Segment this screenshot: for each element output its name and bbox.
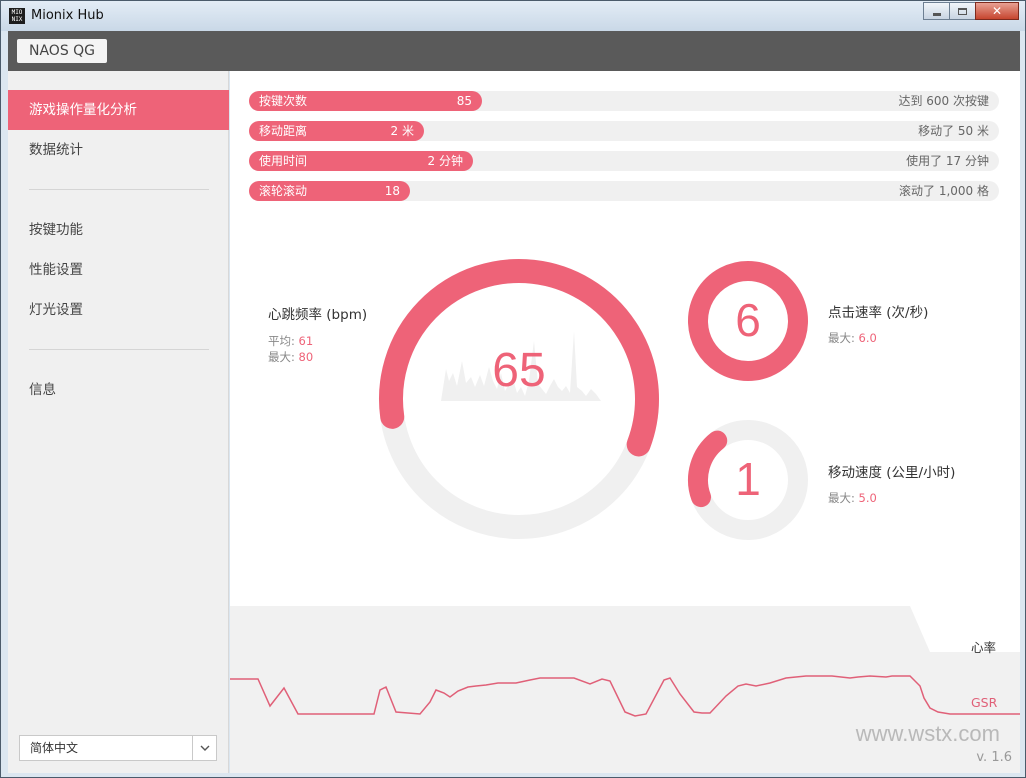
- chevron-down-icon: [192, 736, 216, 760]
- title-bar[interactable]: MIO NIX Mionix Hub ✕: [1, 1, 1025, 31]
- click-rate-max-value: 6.0: [858, 331, 877, 345]
- move-speed-max-value: 5.0: [858, 491, 877, 505]
- minimize-button[interactable]: [923, 2, 950, 20]
- heart-rate-max-value: 80: [298, 350, 314, 364]
- heart-rate-avg: 平均: 61: [268, 333, 313, 349]
- heart-rate-max-label: 最大:: [268, 350, 295, 364]
- language-select[interactable]: 简体中文: [19, 735, 217, 761]
- graph-svg: [230, 606, 1020, 773]
- maximize-button[interactable]: [949, 2, 976, 20]
- heart-rate-avg-label: 平均:: [268, 334, 295, 348]
- window-controls: ✕: [923, 2, 1019, 20]
- sidebar-item-info[interactable]: 信息: [8, 370, 229, 410]
- sidebar-divider: [29, 349, 209, 350]
- move-speed-max: 最大: 5.0: [828, 490, 877, 506]
- click-rate-max: 最大: 6.0: [828, 330, 877, 346]
- move-speed-max-label: 最大:: [828, 491, 855, 505]
- sidebar: 游戏操作量化分析 数据统计 按键功能 性能设置 灯光设置 信息 简体中文: [8, 71, 229, 773]
- graph-background: [230, 606, 1020, 773]
- move-speed-value: 1: [735, 453, 761, 505]
- window-title: Mionix Hub: [31, 8, 104, 23]
- sidebar-item-performance[interactable]: 性能设置: [8, 250, 229, 290]
- close-icon: ✕: [991, 4, 1003, 18]
- graph-label-gsr: GSR: [971, 695, 998, 710]
- app-logo-icon: MIO NIX: [9, 8, 25, 24]
- main-panel: 按键次数 85 达到 600 次按键 移动距离 2 米 移动了 50 米 使用时…: [230, 71, 1020, 773]
- heart-rate-graph: 心率 GSR: [230, 606, 1020, 773]
- move-speed-title: 移动速度 (公里/小时): [828, 465, 956, 481]
- heart-rate-title: 心跳频率 (bpm): [268, 307, 368, 323]
- sidebar-item-button-functions[interactable]: 按键功能: [8, 210, 229, 250]
- click-rate-title: 点击速率 (次/秒): [828, 305, 929, 321]
- heart-rate-avg-value: 61: [298, 334, 314, 348]
- sidebar-divider: [29, 189, 209, 190]
- heart-rate-value: 65: [492, 344, 546, 397]
- maximize-icon: [958, 7, 967, 15]
- minimize-icon: [932, 12, 941, 16]
- app-window: MIO NIX Mionix Hub ✕ NAOS QG 游戏操作量化分析 数据…: [0, 0, 1026, 778]
- sidebar-item-analysis[interactable]: 游戏操作量化分析: [8, 90, 229, 130]
- gauges-canvas: [379, 259, 808, 540]
- version-label: v. 1.6: [976, 750, 1012, 765]
- watermark: www.wstx.com: [855, 721, 1000, 746]
- click-rate-max-label: 最大:: [828, 331, 855, 345]
- graph-label-heart-rate: 心率: [971, 640, 997, 655]
- click-rate-value: 6: [735, 294, 761, 346]
- sidebar-item-statistics[interactable]: 数据统计: [8, 130, 229, 170]
- language-value: 简体中文: [30, 741, 79, 755]
- sidebar-item-lighting[interactable]: 灯光设置: [8, 290, 229, 330]
- device-tab-naos-qg[interactable]: NAOS QG: [17, 39, 108, 63]
- heart-rate-max: 最大: 80: [268, 349, 313, 365]
- device-header: NAOS QG: [8, 31, 1020, 71]
- close-button[interactable]: ✕: [975, 2, 1019, 20]
